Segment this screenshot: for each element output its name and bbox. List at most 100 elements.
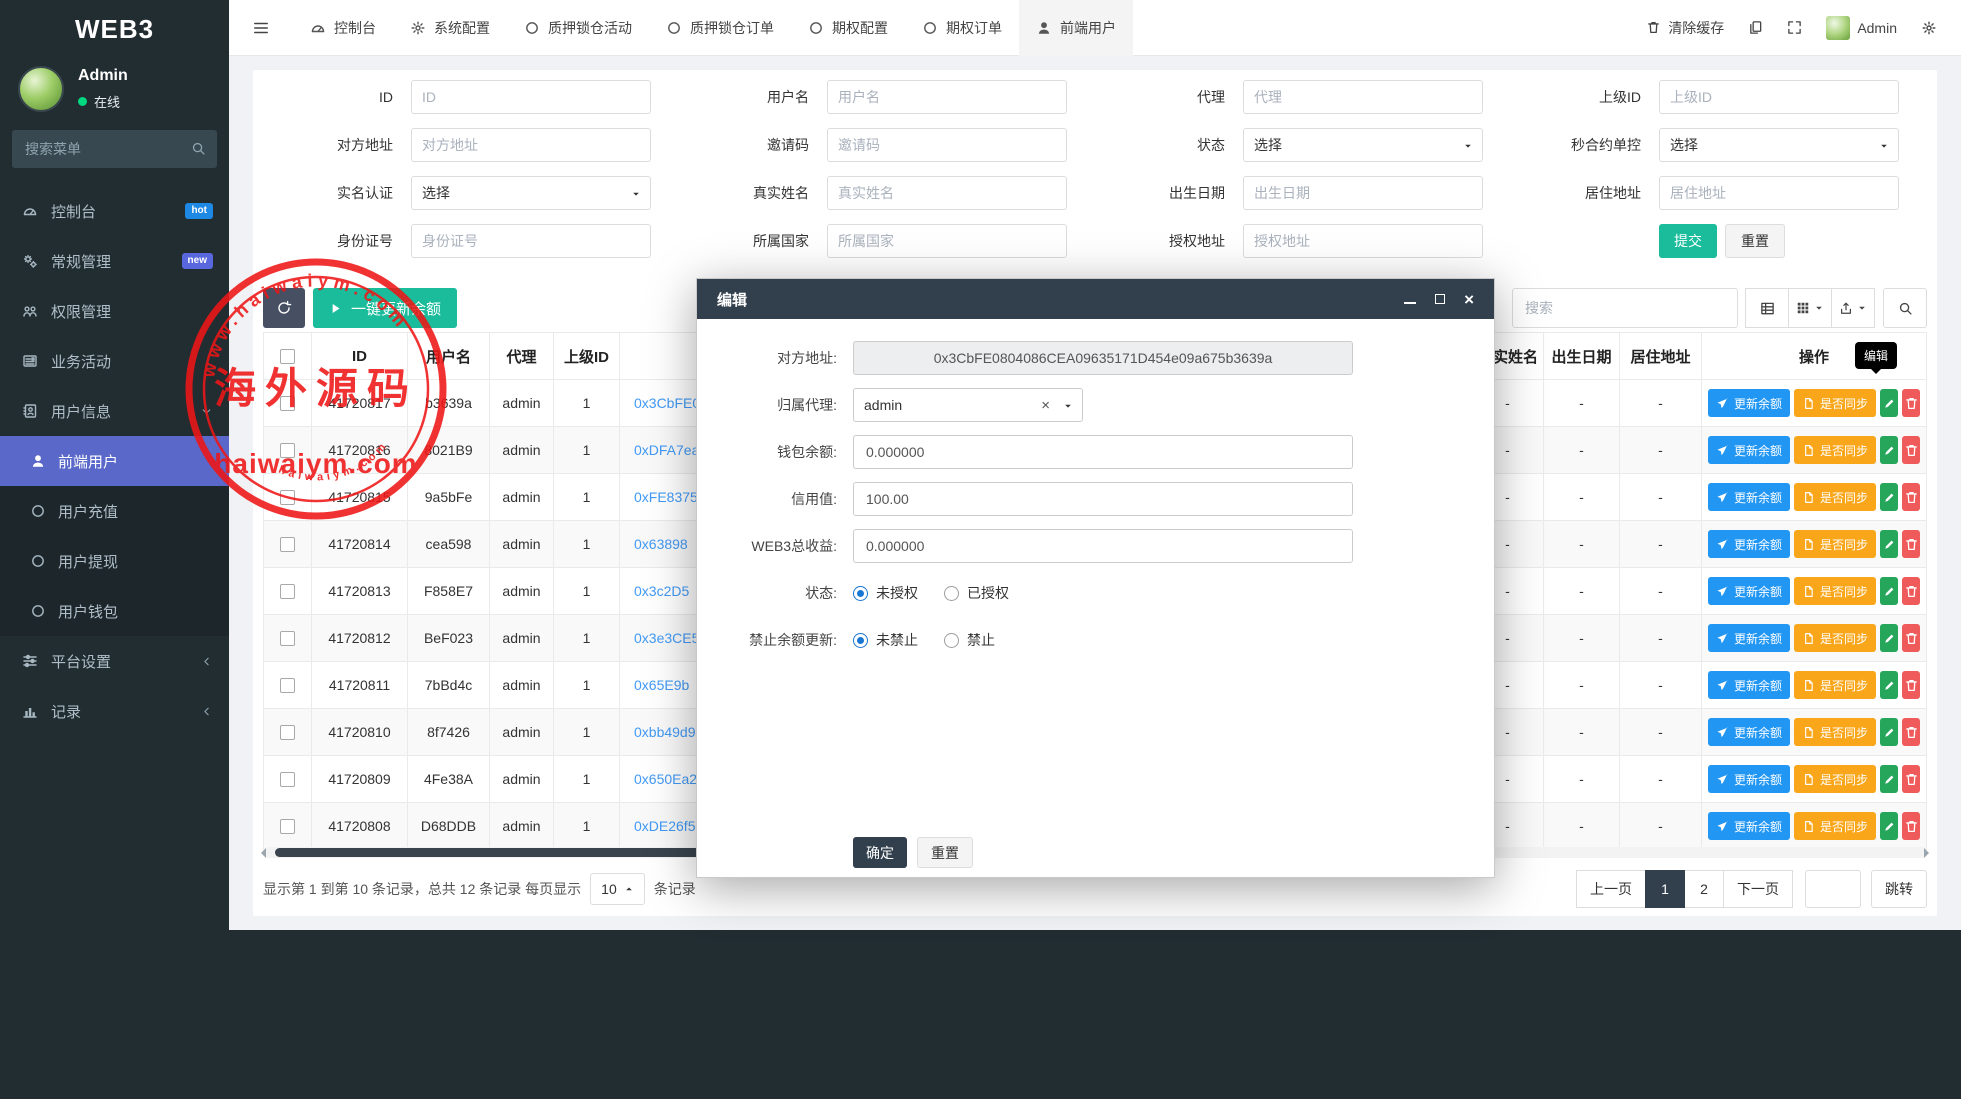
modal-agent-select[interactable]: admin ×: [853, 388, 1083, 422]
modal-profit-input[interactable]: [853, 529, 1353, 563]
row-checkbox[interactable]: [280, 725, 295, 740]
page-size-select[interactable]: 10: [590, 873, 645, 905]
update-balance-button[interactable]: 更新余额: [1708, 483, 1790, 511]
detail-view-button[interactable]: [1745, 288, 1789, 328]
tab-3[interactable]: 质押锁仓订单: [649, 0, 791, 56]
delete-button[interactable]: [1902, 671, 1920, 699]
sync-button[interactable]: 是否同步: [1794, 624, 1876, 652]
row-checkbox[interactable]: [280, 819, 295, 834]
tab-1[interactable]: 系统配置: [393, 0, 507, 56]
sidebar-subitem[interactable]: 前端用户: [0, 436, 229, 486]
filter-input[interactable]: [1243, 176, 1483, 210]
sync-button[interactable]: 是否同步: [1794, 718, 1876, 746]
update-balance-button[interactable]: 更新余额: [1708, 812, 1790, 840]
edit-button[interactable]: [1880, 671, 1898, 699]
topbar-user[interactable]: Admin: [1826, 16, 1897, 40]
export-button[interactable]: [1831, 288, 1875, 328]
prev-page-button[interactable]: 上一页: [1576, 870, 1646, 908]
refresh-button[interactable]: [263, 288, 305, 328]
sidebar-search-input[interactable]: [12, 130, 217, 168]
delete-button[interactable]: [1902, 624, 1920, 652]
select-all-checkbox[interactable]: [280, 349, 295, 364]
sync-button[interactable]: 是否同步: [1794, 671, 1876, 699]
update-balance-button[interactable]: 更新余额: [1708, 671, 1790, 699]
avatar[interactable]: [18, 66, 64, 112]
modal-header[interactable]: 编辑 ×: [697, 279, 1494, 319]
filter-input[interactable]: [1659, 80, 1899, 114]
delete-button[interactable]: [1902, 765, 1920, 793]
update-balance-button[interactable]: 更新余额: [1708, 577, 1790, 605]
sync-button[interactable]: 是否同步: [1794, 577, 1876, 605]
tab-6[interactable]: 前端用户: [1019, 0, 1133, 56]
filter-input[interactable]: [1243, 224, 1483, 258]
page-button-2[interactable]: 2: [1684, 870, 1724, 908]
modal-balance-input[interactable]: [853, 435, 1353, 469]
submit-button[interactable]: 提交: [1659, 224, 1717, 258]
tab-5[interactable]: 期权订单: [905, 0, 1019, 56]
modal-credit-input[interactable]: [853, 482, 1353, 516]
sidebar-item[interactable]: 权限管理: [0, 286, 229, 336]
row-checkbox[interactable]: [280, 490, 295, 505]
update-balance-button[interactable]: 更新余额: [1708, 765, 1790, 793]
sidebar-item[interactable]: 业务活动: [0, 336, 229, 386]
delete-button[interactable]: [1902, 483, 1920, 511]
edit-button[interactable]: [1880, 483, 1898, 511]
sync-button[interactable]: 是否同步: [1794, 765, 1876, 793]
sync-button[interactable]: 是否同步: [1794, 436, 1876, 464]
fullscreen-icon[interactable]: [1787, 20, 1802, 35]
close-icon[interactable]: ×: [1464, 291, 1474, 308]
clear-cache-button[interactable]: 清除缓存: [1646, 18, 1724, 38]
sidebar-item[interactable]: 用户信息: [0, 386, 229, 436]
row-checkbox[interactable]: [280, 772, 295, 787]
update-balance-button[interactable]: 更新余额: [1708, 436, 1790, 464]
delete-button[interactable]: [1902, 577, 1920, 605]
modal-reset-button[interactable]: 重置: [917, 837, 973, 868]
filter-select[interactable]: 选择: [1243, 128, 1483, 162]
sidebar-subitem[interactable]: 用户提现: [0, 536, 229, 586]
update-balance-button[interactable]: 更新余额: [1708, 718, 1790, 746]
row-checkbox[interactable]: [280, 631, 295, 646]
row-checkbox[interactable]: [280, 537, 295, 552]
edit-button[interactable]: [1880, 389, 1898, 417]
update-balance-button[interactable]: 更新余额: [1708, 389, 1790, 417]
clear-icon[interactable]: ×: [1041, 397, 1050, 414]
sidebar-item[interactable]: 平台设置: [0, 636, 229, 686]
sidebar-item[interactable]: 记录: [0, 686, 229, 736]
delete-button[interactable]: [1902, 530, 1920, 558]
tab-4[interactable]: 期权配置: [791, 0, 905, 56]
filter-input[interactable]: [827, 176, 1067, 210]
delete-button[interactable]: [1902, 718, 1920, 746]
edit-button[interactable]: [1880, 530, 1898, 558]
delete-button[interactable]: [1902, 389, 1920, 417]
row-checkbox[interactable]: [280, 396, 295, 411]
reset-button[interactable]: 重置: [1725, 224, 1785, 258]
delete-button[interactable]: [1902, 436, 1920, 464]
filter-input[interactable]: [411, 128, 651, 162]
sync-button[interactable]: 是否同步: [1794, 389, 1876, 417]
filter-input[interactable]: [411, 224, 651, 258]
sidebar-item[interactable]: 控制台hot: [0, 186, 229, 236]
edit-button[interactable]: [1880, 436, 1898, 464]
sync-button[interactable]: 是否同步: [1794, 530, 1876, 558]
filter-input[interactable]: [827, 224, 1067, 258]
table-search-input[interactable]: [1512, 288, 1738, 328]
sync-button[interactable]: 是否同步: [1794, 483, 1876, 511]
scroll-left-icon[interactable]: [256, 848, 266, 858]
radio-forbid-no[interactable]: 未禁止: [853, 630, 918, 650]
next-page-button[interactable]: 下一页: [1723, 870, 1793, 908]
sync-button[interactable]: 是否同步: [1794, 812, 1876, 840]
jump-page-input[interactable]: [1805, 870, 1861, 908]
filter-select[interactable]: 选择: [411, 176, 651, 210]
sidebar-subitem[interactable]: 用户充值: [0, 486, 229, 536]
jump-button[interactable]: 跳转: [1871, 870, 1927, 908]
tab-0[interactable]: 控制台: [293, 0, 393, 56]
update-balance-button[interactable]: 更新余额: [1708, 624, 1790, 652]
page-button-1[interactable]: 1: [1645, 870, 1685, 908]
confirm-button[interactable]: 确定: [853, 837, 907, 868]
edit-button[interactable]: [1880, 577, 1898, 605]
search-button[interactable]: [1883, 288, 1927, 328]
gear-icon[interactable]: [1921, 20, 1937, 36]
radio-status-unauthorized[interactable]: 未授权: [853, 583, 918, 603]
filter-input[interactable]: [1243, 80, 1483, 114]
row-checkbox[interactable]: [280, 584, 295, 599]
